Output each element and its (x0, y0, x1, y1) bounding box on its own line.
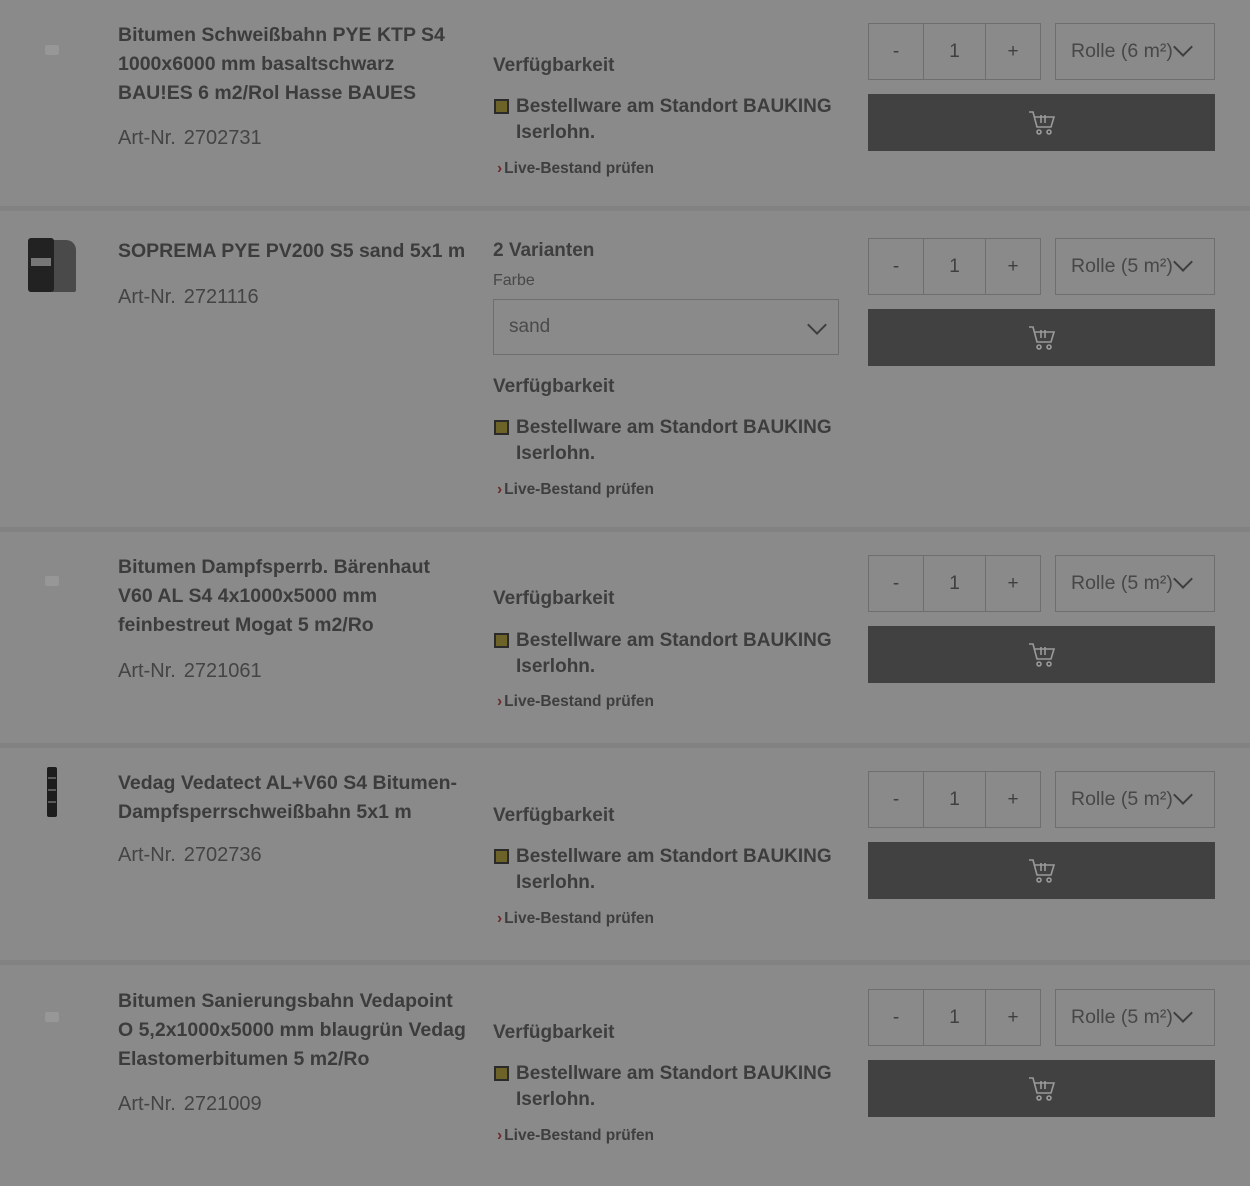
availability-heading: Verfügbarkeit (493, 805, 615, 826)
cart-icon (1028, 1076, 1055, 1101)
quantity-stepper: - 1 + (868, 23, 1041, 80)
cart-icon (1028, 858, 1055, 883)
unit-select[interactable]: Rolle (6 m²) (1055, 23, 1215, 80)
product-row: Vedag Vedatect AL+V60 S4 Bitumen-Dampfsp… (0, 748, 1250, 965)
quantity-stepper: - 1 + (868, 771, 1041, 828)
add-to-cart-button[interactable] (868, 626, 1215, 683)
increase-button[interactable]: + (986, 24, 1040, 79)
increase-button[interactable]: + (986, 239, 1040, 294)
availability-heading: Verfügbarkeit (493, 588, 615, 609)
availability-status: Bestellware am Standort BAUKING Iserlohn… (493, 628, 838, 680)
product-image[interactable] (24, 764, 80, 820)
product-image[interactable] (24, 553, 80, 609)
availability-status: Bestellware am Standort BAUKING Iserlohn… (493, 94, 838, 146)
article-number: Art-Nr. 2721061 (118, 660, 262, 682)
quantity-input[interactable]: 1 (924, 990, 986, 1045)
color-label: Farbe (493, 272, 535, 289)
unit-select[interactable]: Rolle (5 m²) (1055, 238, 1215, 295)
product-row: SOPREMA PYE PV200 S5 sand 5x1 m Art-Nr. 2… (0, 211, 1250, 532)
unit-select[interactable]: Rolle (5 m²) (1055, 989, 1215, 1046)
color-select[interactable]: sand (493, 299, 839, 355)
increase-button[interactable]: + (986, 556, 1040, 611)
quantity-input[interactable]: 1 (924, 239, 986, 294)
product-image[interactable] (24, 22, 80, 78)
product-title[interactable]: Bitumen Dampfsperrb. Bärenhaut V60 AL S4… (118, 553, 470, 640)
stock-status-icon (494, 420, 509, 435)
stock-status-icon (494, 1066, 509, 1081)
variants-count: 2 Varianten (493, 240, 595, 261)
article-number: Art-Nr. 2702736 (118, 844, 262, 866)
decrease-button[interactable]: - (869, 24, 924, 79)
stock-status-icon (494, 99, 509, 114)
chevron-right-icon: › (497, 1127, 503, 1144)
decrease-button[interactable]: - (869, 239, 924, 294)
product-list: Bitumen Schweißbahn PYE KTP S4 1000x6000… (0, 0, 1250, 1186)
product-title[interactable]: Bitumen Sanierungsbahn Vedapoint O 5,2x1… (118, 987, 470, 1074)
article-number: Art-Nr. 2702731 (118, 127, 262, 149)
availability-heading: Verfügbarkeit (493, 55, 615, 76)
product-row: Bitumen Schweißbahn PYE KTP S4 1000x6000… (0, 0, 1250, 211)
chevron-down-icon (807, 315, 827, 335)
live-stock-link[interactable]: › Live-Bestand prüfen (497, 160, 654, 178)
chevron-right-icon: › (497, 910, 503, 927)
availability-heading: Verfügbarkeit (493, 1022, 615, 1043)
cart-icon (1028, 325, 1055, 350)
chevron-down-icon (1173, 1003, 1193, 1023)
availability-status: Bestellware am Standort BAUKING Iserlohn… (493, 1061, 838, 1113)
quantity-input[interactable]: 1 (924, 772, 986, 827)
product-row: Bitumen Dampfsperrb. Bärenhaut V60 AL S4… (0, 532, 1250, 748)
live-stock-link[interactable]: › Live-Bestand prüfen (497, 481, 654, 499)
add-to-cart-button[interactable] (868, 842, 1215, 899)
decrease-button[interactable]: - (869, 772, 924, 827)
increase-button[interactable]: + (986, 772, 1040, 827)
availability-status: Bestellware am Standort BAUKING Iserlohn… (493, 844, 838, 896)
product-row: Bitumen Sanierungsbahn Vedapoint O 5,2x1… (0, 965, 1250, 1186)
availability-heading: Verfügbarkeit (493, 376, 615, 397)
article-number: Art-Nr. 2721116 (118, 286, 259, 308)
live-stock-link[interactable]: › Live-Bestand prüfen (497, 1127, 654, 1145)
chevron-down-icon (1173, 785, 1193, 805)
decrease-button[interactable]: - (869, 556, 924, 611)
quantity-stepper: - 1 + (868, 238, 1041, 295)
decrease-button[interactable]: - (869, 990, 924, 1045)
product-title[interactable]: SOPREMA PYE PV200 S5 sand 5x1 m (118, 237, 470, 266)
add-to-cart-button[interactable] (868, 1060, 1215, 1117)
live-stock-link[interactable]: › Live-Bestand prüfen (497, 693, 654, 711)
chevron-down-icon (1173, 569, 1193, 589)
stock-status-icon (494, 633, 509, 648)
quantity-input[interactable]: 1 (924, 24, 986, 79)
unit-select[interactable]: Rolle (5 m²) (1055, 771, 1215, 828)
increase-button[interactable]: + (986, 990, 1040, 1045)
quantity-input[interactable]: 1 (924, 556, 986, 611)
cart-icon (1028, 642, 1055, 667)
stock-status-icon (494, 849, 509, 864)
availability-status: Bestellware am Standort BAUKING Iserlohn… (493, 415, 838, 467)
cart-icon (1028, 110, 1055, 135)
chevron-down-icon (1173, 252, 1193, 272)
chevron-right-icon: › (497, 160, 503, 177)
product-title[interactable]: Bitumen Schweißbahn PYE KTP S4 1000x6000… (118, 21, 470, 108)
live-stock-link[interactable]: › Live-Bestand prüfen (497, 910, 654, 928)
add-to-cart-button[interactable] (868, 309, 1215, 366)
chevron-down-icon (1173, 37, 1193, 57)
product-image[interactable] (24, 989, 80, 1045)
chevron-right-icon: › (497, 693, 503, 710)
unit-select[interactable]: Rolle (5 m²) (1055, 555, 1215, 612)
add-to-cart-button[interactable] (868, 94, 1215, 151)
quantity-stepper: - 1 + (868, 555, 1041, 612)
product-title[interactable]: Vedag Vedatect AL+V60 S4 Bitumen-Dampfsp… (118, 769, 470, 827)
chevron-right-icon: › (497, 481, 503, 498)
product-image[interactable] (24, 237, 80, 293)
article-number: Art-Nr. 2721009 (118, 1093, 262, 1115)
quantity-stepper: - 1 + (868, 989, 1041, 1046)
